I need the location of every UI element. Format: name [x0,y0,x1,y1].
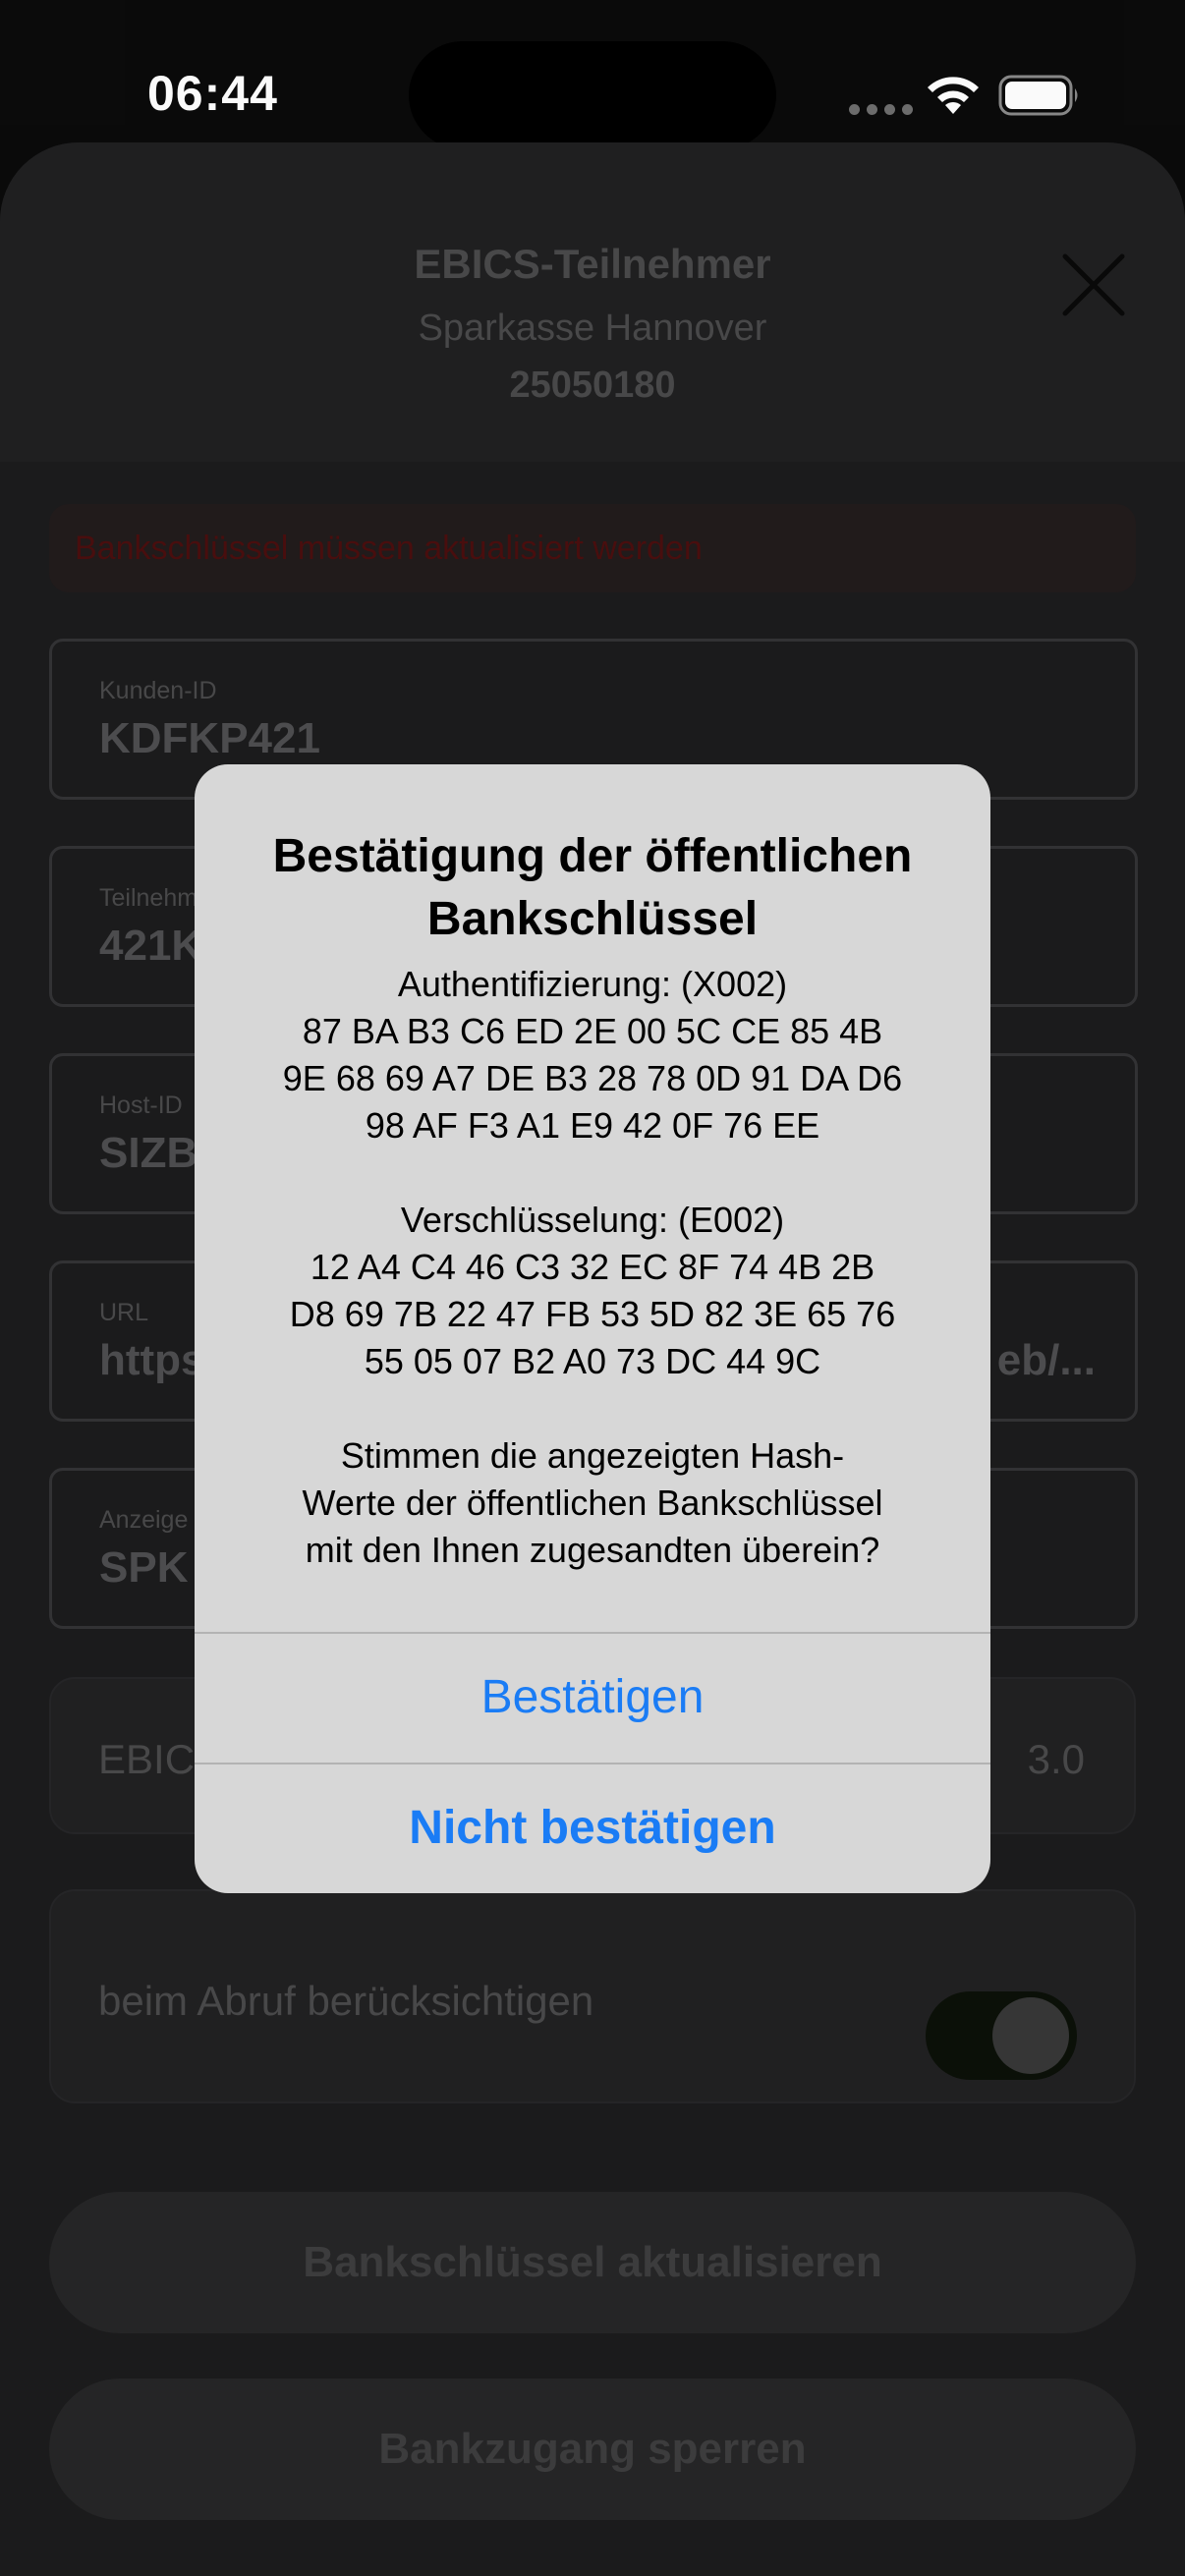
confirm-button[interactable]: Bestätigen [195,1634,990,1762]
bank-key-confirmation-alert: Bestätigung der öffentlichen Bankschlüss… [195,764,990,1893]
alert-title: Bestätigung der öffentlichen Bankschlüss… [272,830,913,945]
reject-button[interactable]: Nicht bestätigen [195,1764,990,1892]
alert-message: Authentifizierung: (X002) 87 BA B3 C6 ED… [282,964,903,1570]
